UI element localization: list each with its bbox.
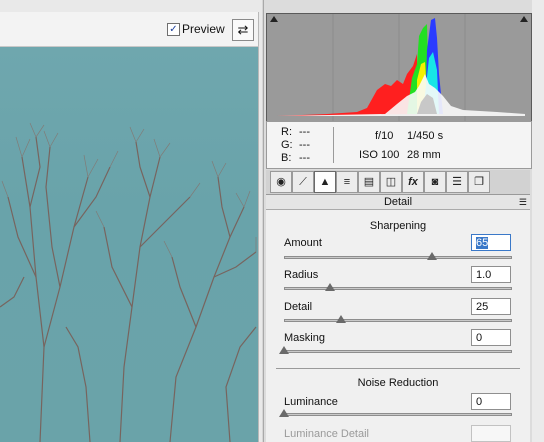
effects-icon: fx xyxy=(408,176,418,188)
lens-corrections-icon: ◫ xyxy=(385,176,397,188)
luminance-input[interactable]: 0 xyxy=(471,393,511,410)
tab-split-toning[interactable]: ▤ xyxy=(358,171,380,193)
snapshots-icon: ❐ xyxy=(474,176,484,188)
g-value: --- xyxy=(299,139,310,151)
detail-icon: ▲ xyxy=(319,176,331,188)
shadow-clipping-warning-icon[interactable] xyxy=(270,16,278,22)
tone-curve-icon: ⟋ xyxy=(299,176,307,188)
detail-input[interactable]: 25 xyxy=(471,298,511,315)
g-label: G: xyxy=(281,139,293,151)
r-value: --- xyxy=(299,126,310,138)
camera-calibration-icon: ◙ xyxy=(431,176,439,188)
amount-slider-handle[interactable] xyxy=(427,252,438,260)
histogram xyxy=(266,13,532,122)
preview-label[interactable]: Preview xyxy=(182,22,225,36)
adjustments-panel: R: --- G: --- B: --- f/10 1/450 s ISO 10… xyxy=(263,0,532,442)
b-value: --- xyxy=(299,152,310,164)
aperture-value: f/10 xyxy=(375,130,394,142)
panel-header: Detail ☰ xyxy=(266,195,530,210)
iso-value: ISO 100 xyxy=(359,149,400,161)
radius-slider-handle[interactable] xyxy=(324,283,335,291)
r-label: R: xyxy=(281,126,292,138)
before-after-toggle-button[interactable]: ⇄ xyxy=(232,19,254,41)
tab-basic[interactable]: ◉ xyxy=(270,171,292,193)
luminance-detail-label: Luminance Detail xyxy=(284,428,369,440)
amount-value: 65 xyxy=(476,237,489,249)
tab-snapshots[interactable]: ❐ xyxy=(468,171,490,193)
detail-label: Detail xyxy=(284,301,313,313)
basic-icon: ◉ xyxy=(276,176,286,188)
split-toning-icon: ▤ xyxy=(363,176,375,188)
tree-branches-image xyxy=(0,122,257,442)
presets-icon: ☰ xyxy=(452,176,462,188)
b-label: B: xyxy=(281,152,292,164)
window-edge xyxy=(532,0,544,442)
tab-tone-curve[interactable]: ⟋ xyxy=(292,171,314,193)
detail-slider-handle[interactable] xyxy=(336,315,346,323)
highlight-clipping-warning-icon[interactable] xyxy=(520,16,528,22)
tab-effects[interactable]: fx xyxy=(402,171,424,193)
masking-slider-handle[interactable] xyxy=(279,346,289,354)
shutter-value: 1/450 s xyxy=(407,130,444,142)
luminance-detail-input[interactable] xyxy=(471,425,511,442)
tab-hsl[interactable]: ≡ xyxy=(336,171,358,193)
masking-label: Masking xyxy=(284,332,325,344)
panel-menu-icon[interactable]: ☰ xyxy=(519,195,527,209)
masking-slider[interactable] xyxy=(284,350,512,353)
tab-presets[interactable]: ☰ xyxy=(446,171,468,193)
focal-length-value: 28 mm xyxy=(407,149,441,161)
masking-input[interactable]: 0 xyxy=(471,329,511,346)
amount-slider[interactable] xyxy=(284,256,512,259)
radius-slider[interactable] xyxy=(284,287,512,290)
radius-value: 1.0 xyxy=(476,269,492,281)
preview-checkbox[interactable]: ✓ xyxy=(167,23,180,36)
amount-label: Amount xyxy=(284,237,322,249)
hsl-icon: ≡ xyxy=(343,176,351,188)
sharpening-section-title: Sharpening xyxy=(369,220,427,232)
detail-value: 25 xyxy=(476,301,489,313)
tab-detail[interactable]: ▲ xyxy=(314,171,336,193)
tab-camera-calibration[interactable]: ◙ xyxy=(424,171,446,193)
histogram-graph xyxy=(277,14,525,121)
camera-info-readout: R: --- G: --- B: --- f/10 1/450 s ISO 10… xyxy=(266,121,532,169)
detail-slider[interactable] xyxy=(284,319,512,322)
noise-reduction-section-title: Noise Reduction xyxy=(357,377,439,389)
panel-tabs: ◉ ⟋ ▲ ≡ ▤ ◫ fx ◙ ☰ ❐ xyxy=(266,170,530,195)
preview-toolbar: ✓ Preview ⇄ xyxy=(0,12,259,47)
luminance-slider[interactable] xyxy=(284,413,512,416)
preview-pane: ✓ Preview ⇄ xyxy=(0,0,262,442)
luminance-label: Luminance xyxy=(284,396,338,408)
tab-lens-corrections[interactable]: ◫ xyxy=(380,171,402,193)
before-after-toggle-icon: ⇄ xyxy=(237,22,249,37)
luminance-value: 0 xyxy=(476,396,483,408)
luminance-slider-handle[interactable] xyxy=(279,409,289,417)
detail-panel-body: Sharpening Amount 65 Radius 1.0 Detail 2… xyxy=(266,210,530,442)
masking-value: 0 xyxy=(476,332,483,344)
readout-divider xyxy=(333,127,334,163)
radius-input[interactable]: 1.0 xyxy=(471,266,511,283)
photo-preview[interactable] xyxy=(0,47,259,442)
radius-label: Radius xyxy=(284,269,319,281)
amount-input[interactable]: 65 xyxy=(471,234,511,251)
panel-title: Detail xyxy=(383,196,413,208)
section-divider xyxy=(276,368,520,369)
